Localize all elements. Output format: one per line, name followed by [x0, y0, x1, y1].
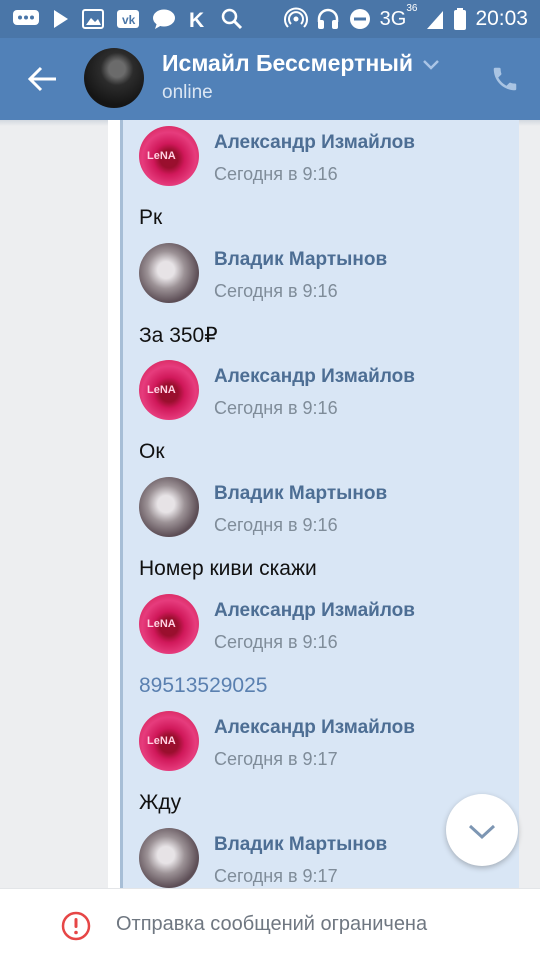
- message-time: Сегодня в 9:17: [214, 866, 338, 886]
- chat-header: Исмайл Бессмертный online: [0, 38, 540, 120]
- message-time: Сегодня в 9:16: [214, 398, 338, 418]
- sender-avatar[interactable]: LeNA: [139, 360, 199, 420]
- message-time: Сегодня в 9:16: [214, 281, 338, 301]
- message-text: Рк: [139, 206, 163, 229]
- vk-mail-icon: vk: [117, 10, 139, 28]
- sender-name[interactable]: Владик Мартынов: [214, 834, 387, 856]
- search-icon: [221, 8, 243, 30]
- sender-avatar[interactable]: [139, 243, 199, 303]
- chat-avatar[interactable]: [84, 48, 144, 108]
- sender-name[interactable]: Владик Мартынов: [214, 483, 387, 505]
- message-text: За 350₽: [139, 324, 218, 347]
- sender-name[interactable]: Александр Измайлов: [214, 366, 415, 388]
- hotspot-icon: [283, 7, 308, 28]
- scroll-down-button[interactable]: [446, 794, 518, 866]
- svg-text:K: K: [189, 9, 204, 30]
- chat-status: online: [162, 82, 213, 103]
- network-type: 3G36: [379, 2, 418, 30]
- message-time: Сегодня в 9:17: [214, 749, 338, 769]
- status-bar: vk K 3G36 20:03: [0, 0, 540, 38]
- sender-avatar[interactable]: LeNA: [139, 126, 199, 186]
- message-time: Сегодня в 9:16: [214, 164, 338, 184]
- message-time: Сегодня в 9:16: [214, 632, 338, 652]
- sender-name[interactable]: Владик Мартынов: [214, 249, 387, 271]
- restriction-notice: Отправка сообщений ограничена: [116, 913, 428, 935]
- avatar-logo: LeNA: [147, 735, 176, 747]
- phone-number-link[interactable]: 89513529025: [139, 674, 267, 698]
- status-icons-left: vk K: [12, 6, 244, 32]
- chat-title[interactable]: Исмайл Бессмертный: [162, 50, 413, 77]
- forwarded-messages[interactable]: LeNA Александр Измайлов Сегодня в 9:16 Р…: [120, 120, 519, 888]
- svg-text:vk: vk: [122, 13, 136, 27]
- avatar-logo: LeNA: [147, 150, 176, 162]
- status-icons-right: 3G36 20:03: [283, 2, 528, 32]
- clock: 20:03: [475, 7, 528, 30]
- sender-avatar[interactable]: [139, 477, 199, 537]
- message-text: Ок: [139, 440, 165, 463]
- sender-name[interactable]: Александр Измайлов: [214, 717, 415, 739]
- message-time: Сегодня в 9:16: [214, 515, 338, 535]
- do-not-disturb-icon: [349, 9, 370, 29]
- headset-icon: [317, 8, 338, 29]
- sender-name[interactable]: Александр Измайлов: [214, 132, 415, 154]
- image-icon: [82, 9, 104, 29]
- battery-icon: [454, 8, 467, 30]
- back-arrow-icon[interactable]: [24, 63, 60, 95]
- avatar-logo: LeNA: [147, 618, 176, 630]
- sender-avatar[interactable]: [139, 828, 199, 888]
- composer-restricted-bar: Отправка сообщений ограничена: [0, 888, 540, 961]
- k-icon: K: [189, 9, 204, 30]
- message-icon: [153, 9, 175, 29]
- message-text: Жду: [139, 791, 182, 814]
- sender-avatar[interactable]: LeNA: [139, 711, 199, 771]
- sender-avatar[interactable]: LeNA: [139, 594, 199, 654]
- phone-call-icon[interactable]: [490, 64, 520, 94]
- message-text: Номер киви скажи: [139, 557, 317, 580]
- chat-bubble-icon: [13, 10, 39, 25]
- sender-name[interactable]: Александр Измайлов: [214, 600, 415, 622]
- avatar-logo: LeNA: [147, 384, 176, 396]
- signal-icon: [427, 11, 444, 29]
- warning-icon: [61, 911, 91, 941]
- play-icon: [54, 10, 68, 28]
- chevron-down-icon[interactable]: [422, 58, 440, 70]
- chevron-down-icon: [468, 824, 496, 840]
